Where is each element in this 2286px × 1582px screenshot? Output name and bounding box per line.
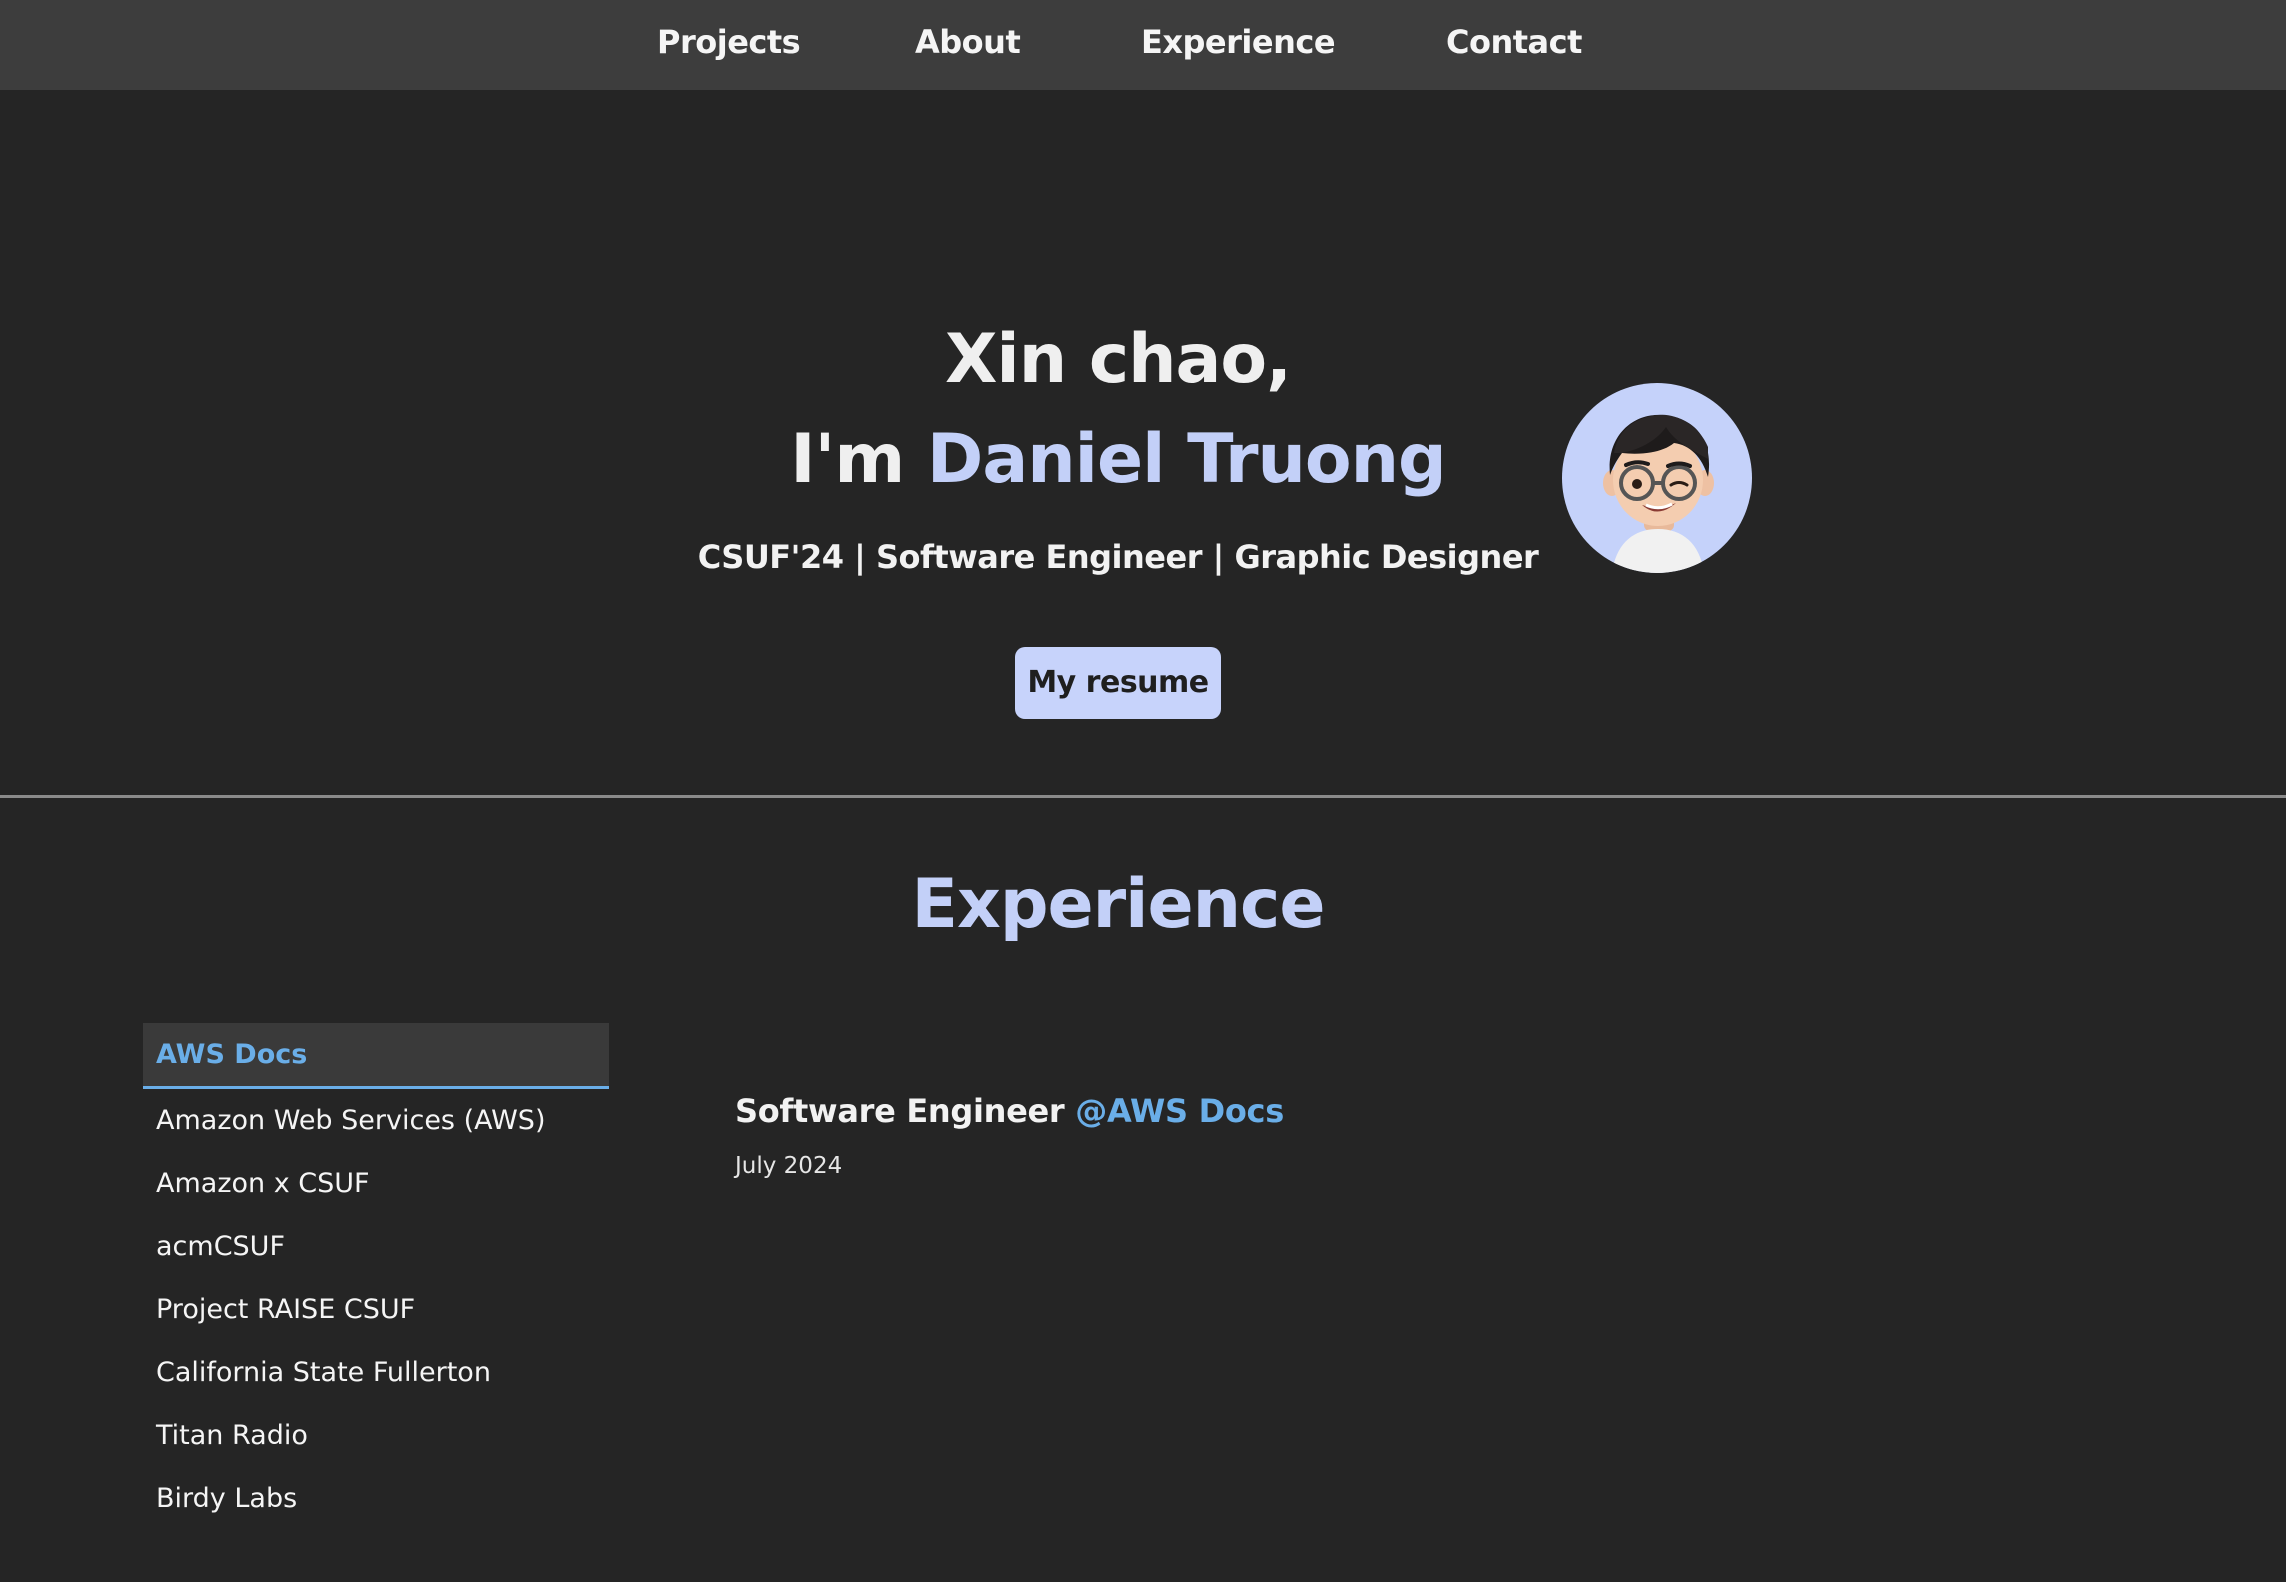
section-divider xyxy=(0,795,2286,798)
tab-project-raise-csuf[interactable]: Project RAISE CSUF xyxy=(143,1278,609,1341)
tab-birdy-labs[interactable]: Birdy Labs xyxy=(143,1467,609,1530)
tab-aws-docs[interactable]: AWS Docs xyxy=(143,1023,609,1089)
nav-link-experience[interactable]: Experience xyxy=(1141,0,1336,84)
job-company: @AWS Docs xyxy=(1075,1092,1284,1130)
hero-greeting: Xin chao, xyxy=(945,320,1292,399)
job-title: Software Engineer @AWS Docs xyxy=(735,1092,1284,1130)
resume-button[interactable]: My resume xyxy=(1015,647,1221,719)
tab-amazon-x-csuf[interactable]: Amazon x CSUF xyxy=(143,1152,609,1215)
hero-name: Daniel Truong xyxy=(926,420,1447,499)
experience-heading: Experience xyxy=(911,865,1326,944)
job-role: Software Engineer xyxy=(735,1092,1065,1130)
tab-titan-radio[interactable]: Titan Radio xyxy=(143,1404,609,1467)
nav-link-about[interactable]: About xyxy=(915,0,1021,84)
top-navbar: Projects About Experience Contact xyxy=(0,0,2286,90)
nav-link-projects[interactable]: Projects xyxy=(657,0,801,84)
memoji-avatar-icon xyxy=(1562,383,1752,573)
avatar-illustration xyxy=(1603,414,1714,573)
tab-acmcsuf[interactable]: acmCSUF xyxy=(143,1215,609,1278)
tab-amazon-web-services[interactable]: Amazon Web Services (AWS) xyxy=(143,1089,609,1152)
hero-intro: I'm Daniel Truong xyxy=(0,420,2236,499)
hero-subtitle: CSUF'24 | Software Engineer | Graphic De… xyxy=(697,538,1539,576)
experience-tab-list: AWS Docs Amazon Web Services (AWS) Amazo… xyxy=(143,1023,609,1530)
tab-california-state-fullerton[interactable]: California State Fullerton xyxy=(143,1341,609,1404)
nav-link-contact[interactable]: Contact xyxy=(1446,0,1582,84)
hero-intro-prefix: I'm xyxy=(790,420,905,499)
job-date: July 2024 xyxy=(735,1153,843,1179)
